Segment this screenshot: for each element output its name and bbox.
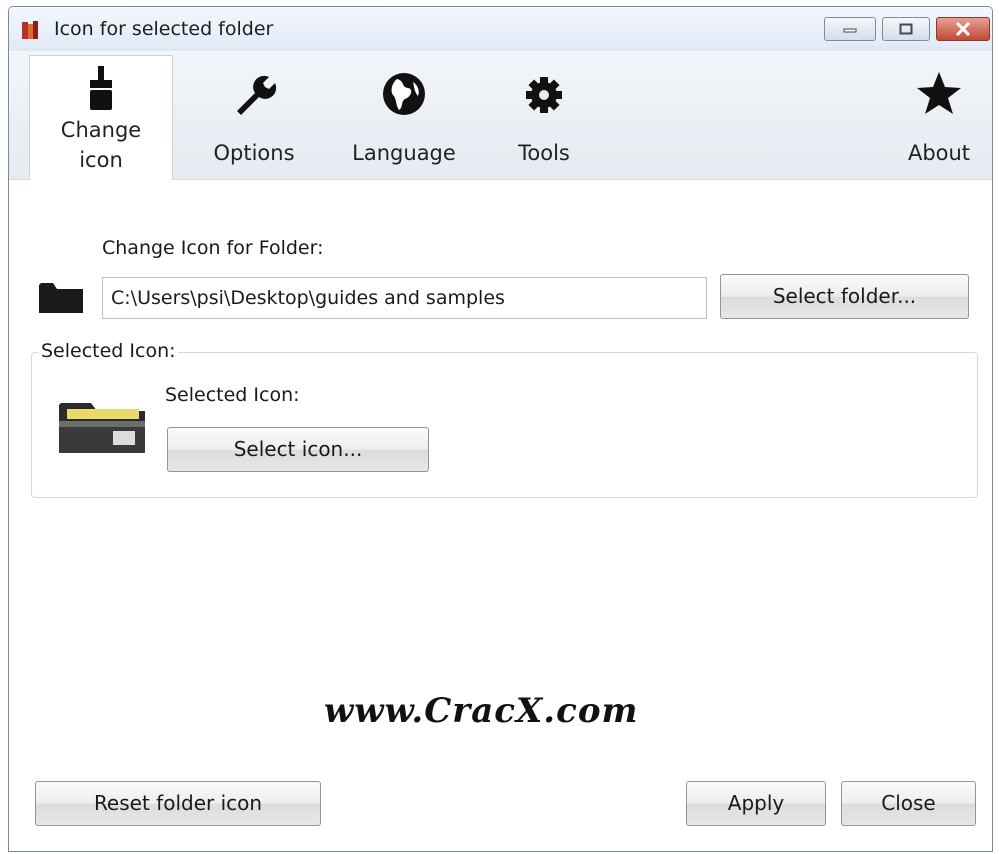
reset-folder-icon-button[interactable]: Reset folder icon [35,781,321,826]
wrench-icon [237,75,277,115]
tab-label: About [907,141,971,165]
apply-button[interactable]: Apply [686,781,826,826]
watermark-text: www.CracX.com [324,691,639,731]
select-folder-button[interactable]: Select folder... [720,274,969,319]
brush-icon [90,66,112,110]
selected-icon-group-title: Selected Icon: [39,340,178,362]
maximize-button[interactable] [882,17,930,41]
close-button[interactable]: Close [841,781,976,826]
window-title: Icon for selected folder [54,18,274,40]
minimize-icon [843,28,857,33]
title-bar: Icon for selected folder [9,7,992,52]
ribbon-toolbar: Change icon Options Language Tools About [9,51,992,180]
app-folder-icon [22,21,38,39]
gear-icon [526,77,562,113]
star-icon [917,72,961,114]
tab-language[interactable]: Language [334,61,474,179]
globe-icon [383,73,425,115]
app-window: Icon for selected folder Change icon Opt… [8,6,993,852]
tab-label: Options [213,141,295,165]
selected-folder-preview-icon [59,403,145,453]
tab-label-line2: icon [79,148,123,172]
close-window-button[interactable] [936,17,990,41]
tab-tools[interactable]: Tools [489,61,599,179]
maximize-icon [899,23,913,35]
tab-label: Language [352,141,456,165]
folder-path-input[interactable] [102,277,707,319]
selected-icon-label: Selected Icon: [165,384,300,406]
minimize-button[interactable] [824,17,876,41]
select-icon-button[interactable]: Select icon... [167,427,429,472]
tab-about[interactable]: About [889,61,989,179]
tab-label-line1: Change [60,118,142,142]
tab-options[interactable]: Options [189,61,319,179]
selected-icon-group [31,352,978,498]
tab-change-icon[interactable]: Change icon [29,55,173,180]
folder-icon [39,283,83,313]
change-icon-folder-label: Change Icon for Folder: [102,237,324,259]
close-icon [955,22,971,36]
tab-label: Tools [518,141,570,165]
